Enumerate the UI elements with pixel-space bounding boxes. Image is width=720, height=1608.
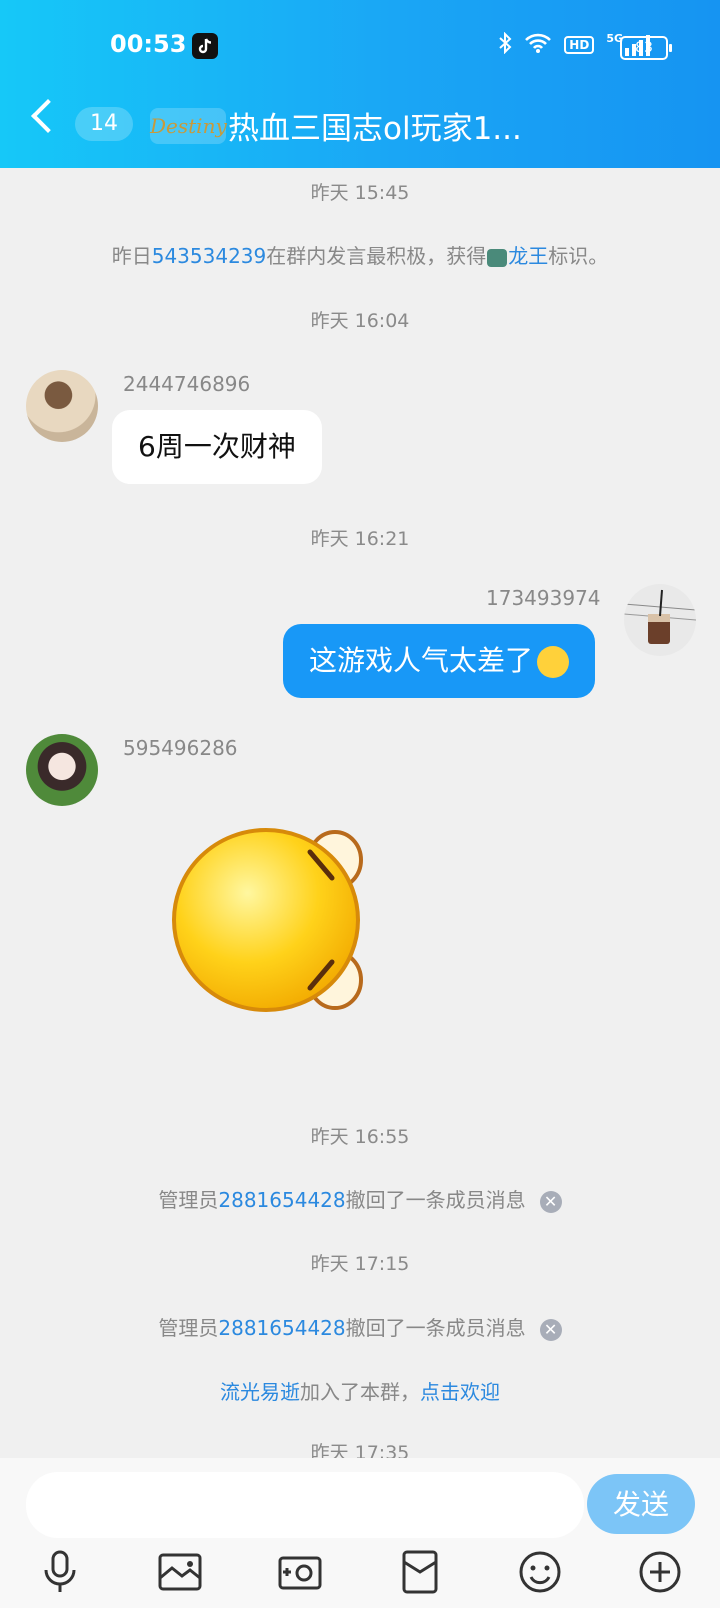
dragon-badge-icon [487,248,508,267]
tiktok-notification-icon [192,33,218,59]
image-icon[interactable] [156,1548,204,1596]
back-arrow-icon[interactable] [31,99,65,133]
user-link[interactable]: 543534239 [152,244,267,268]
thinking-emoji-icon [537,646,570,678]
sys-text: 加入了本群， [300,1380,420,1404]
message-input[interactable] [26,1472,584,1538]
sticker-emoji[interactable] [170,820,380,1020]
sys-text: 标识。 [548,244,609,268]
close-icon[interactable]: ✕ [539,1318,562,1341]
system-message-join: 流光易逝加入了本群，点击欢迎 [0,1376,720,1405]
group-logo: Destiny [150,108,227,144]
battery-indicator: 83 [620,36,672,60]
my-message-bubble[interactable]: 这游戏人气太差了 [283,624,596,698]
message-text: 这游戏人气太差了 [309,644,534,677]
sys-text: 管理员 [158,1188,219,1212]
plus-icon[interactable] [636,1548,684,1596]
sender-name: 595496286 [123,736,238,760]
wifi-icon [524,32,552,58]
sys-text: 撤回了一条成员消息 [345,1188,526,1212]
timestamp: 昨天 16:21 [310,528,410,550]
close-icon[interactable]: ✕ [539,1190,562,1213]
sys-text: 在群内发言最积极，获得 [266,244,487,268]
avatar[interactable] [26,734,98,806]
timestamp: 昨天 15:45 [310,182,410,204]
system-message-recall: 管理员2881654428撤回了一条成员消息 ✕ [0,1184,720,1213]
badge-link[interactable]: 龙王 [508,244,548,268]
user-link[interactable]: 流光易逝 [220,1380,300,1404]
avatar[interactable] [26,370,98,442]
sys-text: 管理员 [158,1316,219,1340]
welcome-link[interactable]: 点击欢迎 [420,1380,500,1404]
admin-link[interactable]: 2881654428 [218,1188,345,1212]
sys-text: 撤回了一条成员消息 [345,1316,526,1340]
emoji-icon[interactable] [516,1548,564,1596]
timestamp: 昨天 17:15 [310,1253,410,1275]
composer-bar: 发送 [0,1458,720,1608]
status-time: 00:53 [110,30,187,58]
avatar[interactable] [624,584,696,656]
sender-name: 173493974 [486,586,601,610]
timestamp: 昨天 16:55 [310,1126,410,1148]
red-packet-icon[interactable] [396,1548,444,1596]
system-message-dragon-king: 昨日543534239在群内发言最积极，获得 龙王标识。 [0,240,720,269]
admin-link[interactable]: 2881654428 [218,1316,345,1340]
microphone-icon[interactable] [36,1548,84,1596]
sender-name: 2444746896 [123,372,251,396]
sys-text: 昨日 [111,244,152,268]
send-button[interactable]: 发送 [587,1474,695,1534]
hd-badge: HD [564,36,595,54]
chat-title[interactable]: 热血三国志ol玩家1... [228,103,522,148]
system-message-recall: 管理员2881654428撤回了一条成员消息 ✕ [0,1312,720,1341]
bluetooth-icon [498,31,512,58]
input-toolbar [0,1548,720,1604]
timestamp: 昨天 16:04 [310,310,410,332]
message-bubble[interactable]: 6周一次财神 [112,410,322,484]
chat-header: 00:53 HD 5G 83 14 Destiny 热血三国志ol玩家1... [0,0,720,168]
camera-icon[interactable] [276,1548,324,1596]
unread-count-badge[interactable]: 14 [75,107,133,141]
